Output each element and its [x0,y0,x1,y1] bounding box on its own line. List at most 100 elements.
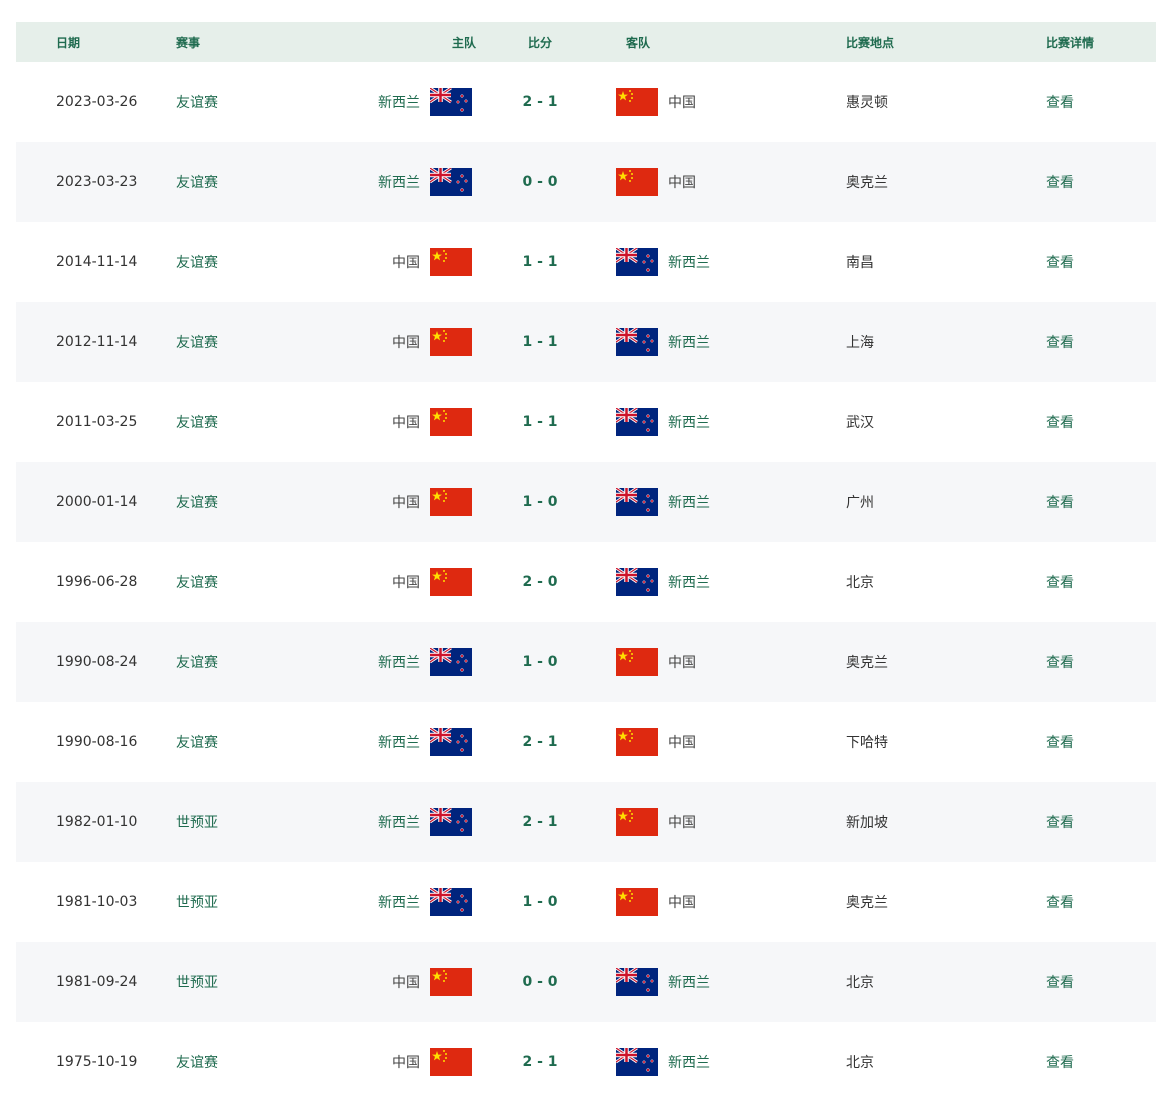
table-row: 1990-08-16 友谊赛 新西兰 2 - 1 中国 下哈特 查看 [16,702,1156,782]
header-detail: 比赛详情 [1046,35,1095,50]
away-team-name: 新西兰 [668,415,710,431]
home-team[interactable]: 中国 [316,462,476,542]
new-zealand-flag-icon [430,888,472,916]
view-details-link[interactable]: 查看 [1046,622,1146,702]
new-zealand-flag-icon [616,248,658,276]
view-details-link[interactable]: 查看 [1046,1022,1146,1102]
match-date: 1990-08-16 [56,702,176,782]
away-team[interactable]: 中国 [616,142,816,222]
away-team[interactable]: 新西兰 [616,1022,816,1102]
match-event-link[interactable]: 世预亚 [176,942,316,1022]
new-zealand-flag-icon [616,568,658,596]
home-team-name: 中国 [392,575,420,591]
venue-text: 北京 [846,575,874,591]
away-team[interactable]: 中国 [616,862,816,942]
detail-text: 查看 [1046,575,1074,591]
away-team[interactable]: 中国 [616,702,816,782]
home-team[interactable]: 新西兰 [316,622,476,702]
match-date: 2023-03-23 [56,142,176,222]
home-team[interactable]: 新西兰 [316,142,476,222]
view-details-link[interactable]: 查看 [1046,382,1146,462]
event-text: 友谊赛 [176,335,218,351]
home-team-name: 新西兰 [378,815,420,831]
match-event-link[interactable]: 世预亚 [176,862,316,942]
new-zealand-flag-icon [616,408,658,436]
match-venue: 北京 [846,1022,1026,1102]
away-team-name: 新西兰 [668,975,710,991]
detail-text: 查看 [1046,175,1074,191]
match-event-link[interactable]: 友谊赛 [176,382,316,462]
home-team[interactable]: 中国 [316,302,476,382]
table-row: 2014-11-14 友谊赛 中国 1 - 1 新西兰 南昌 查看 [16,222,1156,302]
match-date: 1981-10-03 [56,862,176,942]
away-team-name: 中国 [668,175,696,191]
match-date: 1996-06-28 [56,542,176,622]
away-team[interactable]: 新西兰 [616,222,816,302]
away-team[interactable]: 中国 [616,62,816,142]
new-zealand-flag-icon [430,648,472,676]
match-score: 2 - 1 [510,62,570,142]
home-team[interactable]: 新西兰 [316,782,476,862]
home-team[interactable]: 中国 [316,222,476,302]
away-team[interactable]: 中国 [616,622,816,702]
home-team-name: 中国 [392,335,420,351]
table-row: 2023-03-26 友谊赛 新西兰 2 - 1 中国 惠灵顿 查看 [16,62,1156,142]
match-event-link[interactable]: 友谊赛 [176,462,316,542]
away-team[interactable]: 新西兰 [616,942,816,1022]
date-text: 2011-03-25 [56,414,138,430]
view-details-link[interactable]: 查看 [1046,702,1146,782]
view-details-link[interactable]: 查看 [1046,462,1146,542]
view-details-link[interactable]: 查看 [1046,942,1146,1022]
detail-text: 查看 [1046,415,1074,431]
table-row: 2000-01-14 友谊赛 中国 1 - 0 新西兰 广州 查看 [16,462,1156,542]
header-date: 日期 [56,35,81,50]
away-team[interactable]: 中国 [616,782,816,862]
header-event: 赛事 [176,35,201,50]
home-team[interactable]: 中国 [316,382,476,462]
china-flag-icon [616,888,658,916]
view-details-link[interactable]: 查看 [1046,222,1146,302]
away-team[interactable]: 新西兰 [616,462,816,542]
match-event-link[interactable]: 友谊赛 [176,142,316,222]
date-text: 2014-11-14 [56,254,138,270]
home-team[interactable]: 中国 [316,1022,476,1102]
match-event-link[interactable]: 友谊赛 [176,222,316,302]
match-event-link[interactable]: 友谊赛 [176,302,316,382]
date-text: 2023-03-23 [56,174,138,190]
match-event-link[interactable]: 友谊赛 [176,702,316,782]
event-text: 世预亚 [176,975,218,991]
away-team[interactable]: 新西兰 [616,542,816,622]
china-flag-icon [616,88,658,116]
home-team[interactable]: 新西兰 [316,62,476,142]
view-details-link[interactable]: 查看 [1046,142,1146,222]
match-date: 1981-09-24 [56,942,176,1022]
match-event-link[interactable]: 友谊赛 [176,622,316,702]
date-text: 1990-08-24 [56,654,138,670]
away-team[interactable]: 新西兰 [616,382,816,462]
home-team[interactable]: 新西兰 [316,862,476,942]
china-flag-icon [616,728,658,756]
view-details-link[interactable]: 查看 [1046,782,1146,862]
view-details-link[interactable]: 查看 [1046,542,1146,622]
home-team[interactable]: 新西兰 [316,702,476,782]
home-team[interactable]: 中国 [316,542,476,622]
match-event-link[interactable]: 友谊赛 [176,62,316,142]
match-event-link[interactable]: 友谊赛 [176,542,316,622]
home-team[interactable]: 中国 [316,942,476,1022]
match-event-link[interactable]: 友谊赛 [176,1022,316,1102]
away-team-name: 新西兰 [668,335,710,351]
match-score: 2 - 0 [510,542,570,622]
match-venue: 北京 [846,942,1026,1022]
venue-text: 北京 [846,975,874,991]
match-venue: 武汉 [846,382,1026,462]
score-text: 2 - 0 [522,574,558,590]
header-venue: 比赛地点 [846,35,895,50]
view-details-link[interactable]: 查看 [1046,862,1146,942]
view-details-link[interactable]: 查看 [1046,62,1146,142]
match-event-link[interactable]: 世预亚 [176,782,316,862]
event-text: 友谊赛 [176,575,218,591]
view-details-link[interactable]: 查看 [1046,302,1146,382]
detail-text: 查看 [1046,1055,1074,1071]
away-team[interactable]: 新西兰 [616,302,816,382]
china-flag-icon [430,1048,472,1076]
